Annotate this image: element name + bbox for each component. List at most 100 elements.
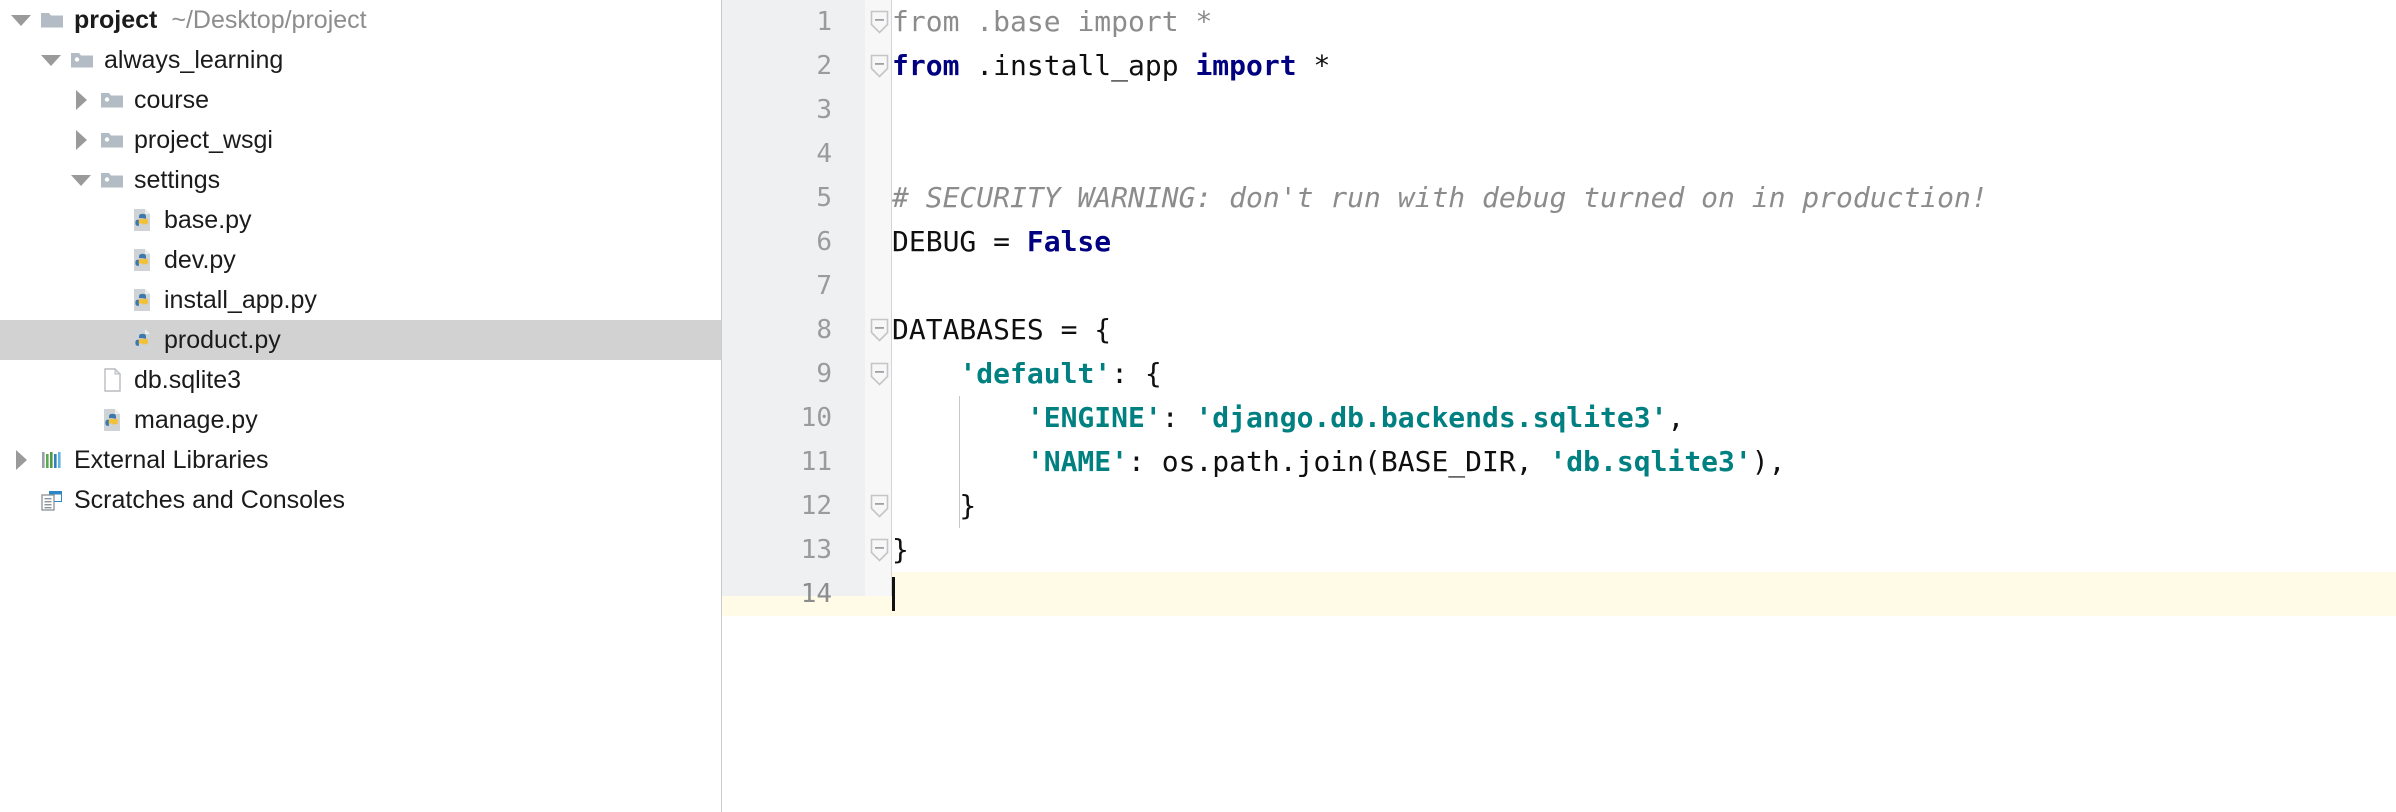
tree-item-scratches-and-consoles[interactable]: Scratches and Consoles bbox=[0, 480, 721, 520]
code-token: DEBUG = bbox=[892, 225, 1027, 258]
tree-item-product-py[interactable]: product.py bbox=[0, 320, 721, 360]
line-number: 3 bbox=[816, 95, 832, 125]
code-token: .base bbox=[959, 5, 1078, 38]
fold-marker-icon[interactable] bbox=[870, 54, 889, 78]
tree-item-label: db.sqlite3 bbox=[134, 365, 242, 394]
code-token: .install_app bbox=[959, 49, 1196, 82]
tree-item-manage-py[interactable]: manage.py bbox=[0, 400, 721, 440]
line-number: 8 bbox=[816, 315, 832, 345]
code-line[interactable]: # SECURITY WARNING: don't run with debug… bbox=[892, 176, 1988, 220]
code-token: ), bbox=[1751, 445, 1786, 478]
module-folder-icon bbox=[94, 160, 130, 200]
indent-guide bbox=[959, 396, 961, 528]
tree-item-settings[interactable]: settings bbox=[0, 160, 721, 200]
fold-marker-icon[interactable] bbox=[870, 362, 889, 386]
project-tree-panel[interactable]: project ~/Desktop/project always_learningc… bbox=[0, 0, 722, 812]
tree-item-dev-py[interactable]: dev.py bbox=[0, 240, 721, 280]
code-line[interactable]: } bbox=[892, 484, 976, 528]
code-token: } bbox=[892, 533, 909, 566]
code-line[interactable]: DATABASES = { bbox=[892, 308, 1111, 352]
code-token: } bbox=[892, 489, 977, 522]
text-caret bbox=[892, 577, 895, 611]
fold-marker-icon[interactable] bbox=[870, 538, 889, 562]
code-token: import bbox=[1077, 5, 1179, 38]
tree-item-label: course bbox=[134, 85, 210, 114]
folder-icon bbox=[34, 0, 70, 40]
code-editor[interactable]: 1 2 3 4 5 6 7 8 9 10 11 12 13 14 from .base import * f… bbox=[722, 0, 2396, 812]
line-number: 13 bbox=[800, 535, 832, 565]
module-folder-icon bbox=[94, 80, 130, 120]
module-folder-icon bbox=[94, 120, 130, 160]
tree-item-label: always_learning bbox=[104, 45, 284, 74]
line-number: 11 bbox=[800, 447, 832, 477]
fold-marker-icon[interactable] bbox=[870, 10, 889, 34]
tree-item-label: settings bbox=[134, 165, 221, 194]
tree-item-label: base.py bbox=[164, 205, 252, 234]
chevron-right-icon[interactable] bbox=[68, 120, 94, 160]
code-token: False bbox=[1026, 225, 1112, 258]
code-line[interactable]: from .install_app import * bbox=[892, 44, 1330, 88]
code-token: * bbox=[1178, 5, 1213, 38]
tree-item-path: ~/Desktop/project bbox=[171, 5, 367, 34]
code-content[interactable]: from .base import * from .install_app imp… bbox=[892, 0, 2396, 812]
scratches-icon bbox=[34, 480, 70, 520]
tree-item-label: dev.py bbox=[164, 245, 236, 274]
code-token: 'NAME' bbox=[1026, 445, 1129, 478]
python-file-icon bbox=[124, 200, 160, 240]
code-line[interactable]: DEBUG = False bbox=[892, 220, 1111, 264]
tree-item-label: install_app.py bbox=[164, 285, 317, 314]
code-token: from bbox=[892, 5, 960, 38]
python-file-icon bbox=[124, 240, 160, 280]
code-line[interactable]: from .base import * bbox=[892, 0, 1212, 44]
code-line[interactable]: } bbox=[892, 528, 909, 572]
tree-item-label: manage.py bbox=[134, 405, 258, 434]
line-number: 12 bbox=[800, 491, 832, 521]
python-file-icon bbox=[124, 320, 160, 360]
chevron-down-icon[interactable] bbox=[38, 40, 64, 80]
line-number: 5 bbox=[816, 183, 832, 213]
line-number: 14 bbox=[800, 579, 832, 609]
tree-item-label: project bbox=[74, 5, 158, 34]
code-line[interactable]: 'default': { bbox=[892, 352, 1161, 396]
tree-item-course[interactable]: course bbox=[0, 80, 721, 120]
code-token: DATABASES = { bbox=[892, 313, 1112, 346]
module-folder-icon bbox=[64, 40, 100, 80]
tree-item-db-sqlite3[interactable]: db.sqlite3 bbox=[0, 360, 721, 400]
line-number: 6 bbox=[816, 227, 832, 257]
code-token: * bbox=[1296, 49, 1331, 82]
chevron-right-icon[interactable] bbox=[68, 80, 94, 120]
line-number: 9 bbox=[816, 359, 832, 389]
chevron-down-icon[interactable] bbox=[68, 160, 94, 200]
fold-marker-icon[interactable] bbox=[870, 494, 889, 518]
python-file-icon bbox=[124, 280, 160, 320]
line-number: 7 bbox=[816, 271, 832, 301]
code-token: , bbox=[1667, 401, 1685, 434]
code-token: import bbox=[1195, 49, 1297, 82]
chevron-down-icon[interactable] bbox=[8, 0, 34, 40]
tree-item-project[interactable]: project ~/Desktop/project bbox=[0, 0, 721, 40]
code-token: 'ENGINE' bbox=[1026, 401, 1162, 434]
tree-item-always-learning[interactable]: always_learning bbox=[0, 40, 721, 80]
code-token: 'db.sqlite3' bbox=[1549, 445, 1752, 478]
tree-item-project-wsgi[interactable]: project_wsgi bbox=[0, 120, 721, 160]
code-line[interactable]: 'NAME': os.path.join(BASE_DIR, 'db.sqlit… bbox=[892, 440, 1786, 484]
code-token: : bbox=[1161, 401, 1196, 434]
python-file-icon bbox=[94, 400, 130, 440]
code-token: 'django.db.backends.sqlite3' bbox=[1195, 401, 1668, 434]
tree-item-label: product.py bbox=[164, 325, 281, 354]
code-token: 'default' bbox=[959, 357, 1112, 390]
code-token: : os.path.join(BASE_DIR, bbox=[1128, 445, 1550, 478]
fold-marker-icon[interactable] bbox=[870, 318, 889, 342]
code-token: # SECURITY WARNING: don't run with debug… bbox=[892, 181, 1988, 214]
line-number: 4 bbox=[816, 139, 832, 169]
tree-item-external-libraries[interactable]: External Libraries bbox=[0, 440, 721, 480]
generic-file-icon bbox=[94, 360, 130, 400]
tree-item-install-app-py[interactable]: install_app.py bbox=[0, 280, 721, 320]
tree-item-label: External Libraries bbox=[74, 445, 269, 474]
code-token: from bbox=[892, 49, 960, 82]
code-line[interactable]: 'ENGINE': 'django.db.backends.sqlite3', bbox=[892, 396, 1684, 440]
line-number: 10 bbox=[800, 403, 832, 433]
chevron-right-icon[interactable] bbox=[8, 440, 34, 480]
tree-item-base-py[interactable]: base.py bbox=[0, 200, 721, 240]
